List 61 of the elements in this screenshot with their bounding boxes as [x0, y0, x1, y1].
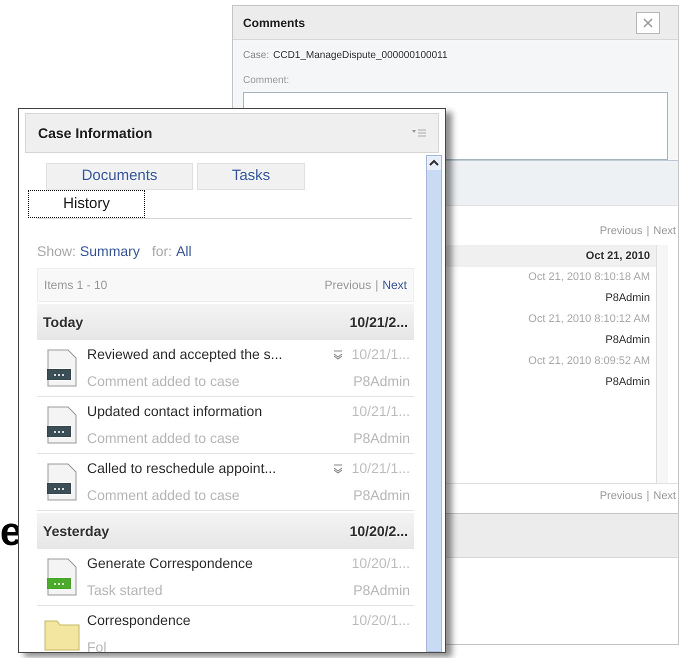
history-title: Called to reschedule appoint...	[87, 459, 276, 478]
case-label: Case:	[243, 49, 270, 63]
group-label: Yesterday	[43, 522, 110, 541]
history-description: Comment added to case	[87, 429, 240, 448]
tab[interactable]: Documents	[46, 163, 193, 190]
comment-author: P8Admin	[605, 333, 650, 348]
expand-icon[interactable]	[334, 464, 342, 474]
scroll-up-icon[interactable]	[427, 156, 441, 170]
group-date: 10/20/2...	[350, 522, 408, 540]
tab[interactable]: Tasks	[197, 163, 305, 190]
history-title: Correspondence	[87, 611, 191, 630]
comment-time: Oct 21, 2010 8:10:18 AM	[528, 270, 650, 285]
panel-title: Case Information	[38, 124, 152, 142]
history-row[interactable]: Called to reschedule appoint... 10/21/1... Comment added to case P8Admin	[37, 454, 414, 511]
history-row[interactable]: Correspondence 10/20/1... Fol	[37, 606, 414, 658]
comment-document-icon	[46, 406, 78, 444]
expand-icon[interactable]	[334, 350, 342, 360]
history-description: Comment added to case	[87, 372, 240, 391]
case-value: CCD1_ManageDispute_000000100011	[273, 49, 448, 63]
comment-time: Oct 21, 2010 8:10:12 AM	[528, 312, 650, 327]
pager-separator: |	[375, 277, 378, 294]
history-description: Task started	[87, 581, 162, 600]
history-user: P8Admin	[353, 372, 410, 391]
history-date: 10/21/1...	[352, 402, 410, 421]
pager-separator: |	[646, 224, 650, 238]
tab[interactable]: History	[28, 190, 145, 218]
history-row[interactable]: Updated contact information 10/21/1... Comment added to case P8Admin	[37, 397, 414, 454]
for-label: for:	[152, 242, 172, 261]
history-title: Generate Correspondence	[87, 554, 253, 573]
close-icon	[643, 18, 653, 28]
history-user: P8Admin	[353, 486, 410, 505]
history-date: 10/20/1...	[352, 611, 410, 630]
close-button[interactable]	[636, 12, 660, 34]
history-row[interactable]: Generate Correspondence 10/20/1... Task started P8Admin	[37, 549, 414, 606]
comment-author: P8Admin	[605, 291, 650, 306]
menu-icon[interactable]	[412, 129, 426, 137]
comment-document-icon	[46, 349, 78, 387]
items-range: Items 1 - 10	[44, 277, 108, 294]
comment-author: P8Admin	[605, 375, 650, 390]
history-date: 10/21/1...	[352, 345, 410, 364]
history-description: Fol	[87, 638, 106, 657]
pager-separator: |	[646, 489, 650, 504]
history-row[interactable]: Reviewed and accepted the s... 10/21/1... Comment added to case P8Admin	[37, 340, 414, 397]
history-user: P8Admin	[353, 429, 410, 448]
history-title: Updated contact information	[87, 402, 262, 421]
history-date: 10/21/1...	[352, 459, 410, 478]
next-link[interactable]: Next	[382, 276, 407, 294]
history-title: Reviewed and accepted the s...	[87, 345, 282, 364]
group-date: 10/21/2...	[350, 312, 408, 332]
history-description: Comment added to case	[87, 486, 240, 505]
history-date: 10/20/1...	[352, 554, 410, 573]
group-label: Today	[43, 312, 84, 332]
history-user: P8Admin	[353, 581, 410, 600]
comment-label: Comment:	[243, 74, 290, 88]
task-document-icon	[46, 558, 78, 596]
comment-document-icon	[46, 463, 78, 501]
show-filter-link[interactable]: Summary	[80, 241, 140, 262]
comment-time: Oct 21, 2010 8:09:52 AM	[528, 354, 650, 369]
window-title: Comments	[243, 14, 306, 32]
for-filter-link[interactable]: All	[176, 241, 192, 262]
show-label: Show:	[37, 242, 76, 261]
